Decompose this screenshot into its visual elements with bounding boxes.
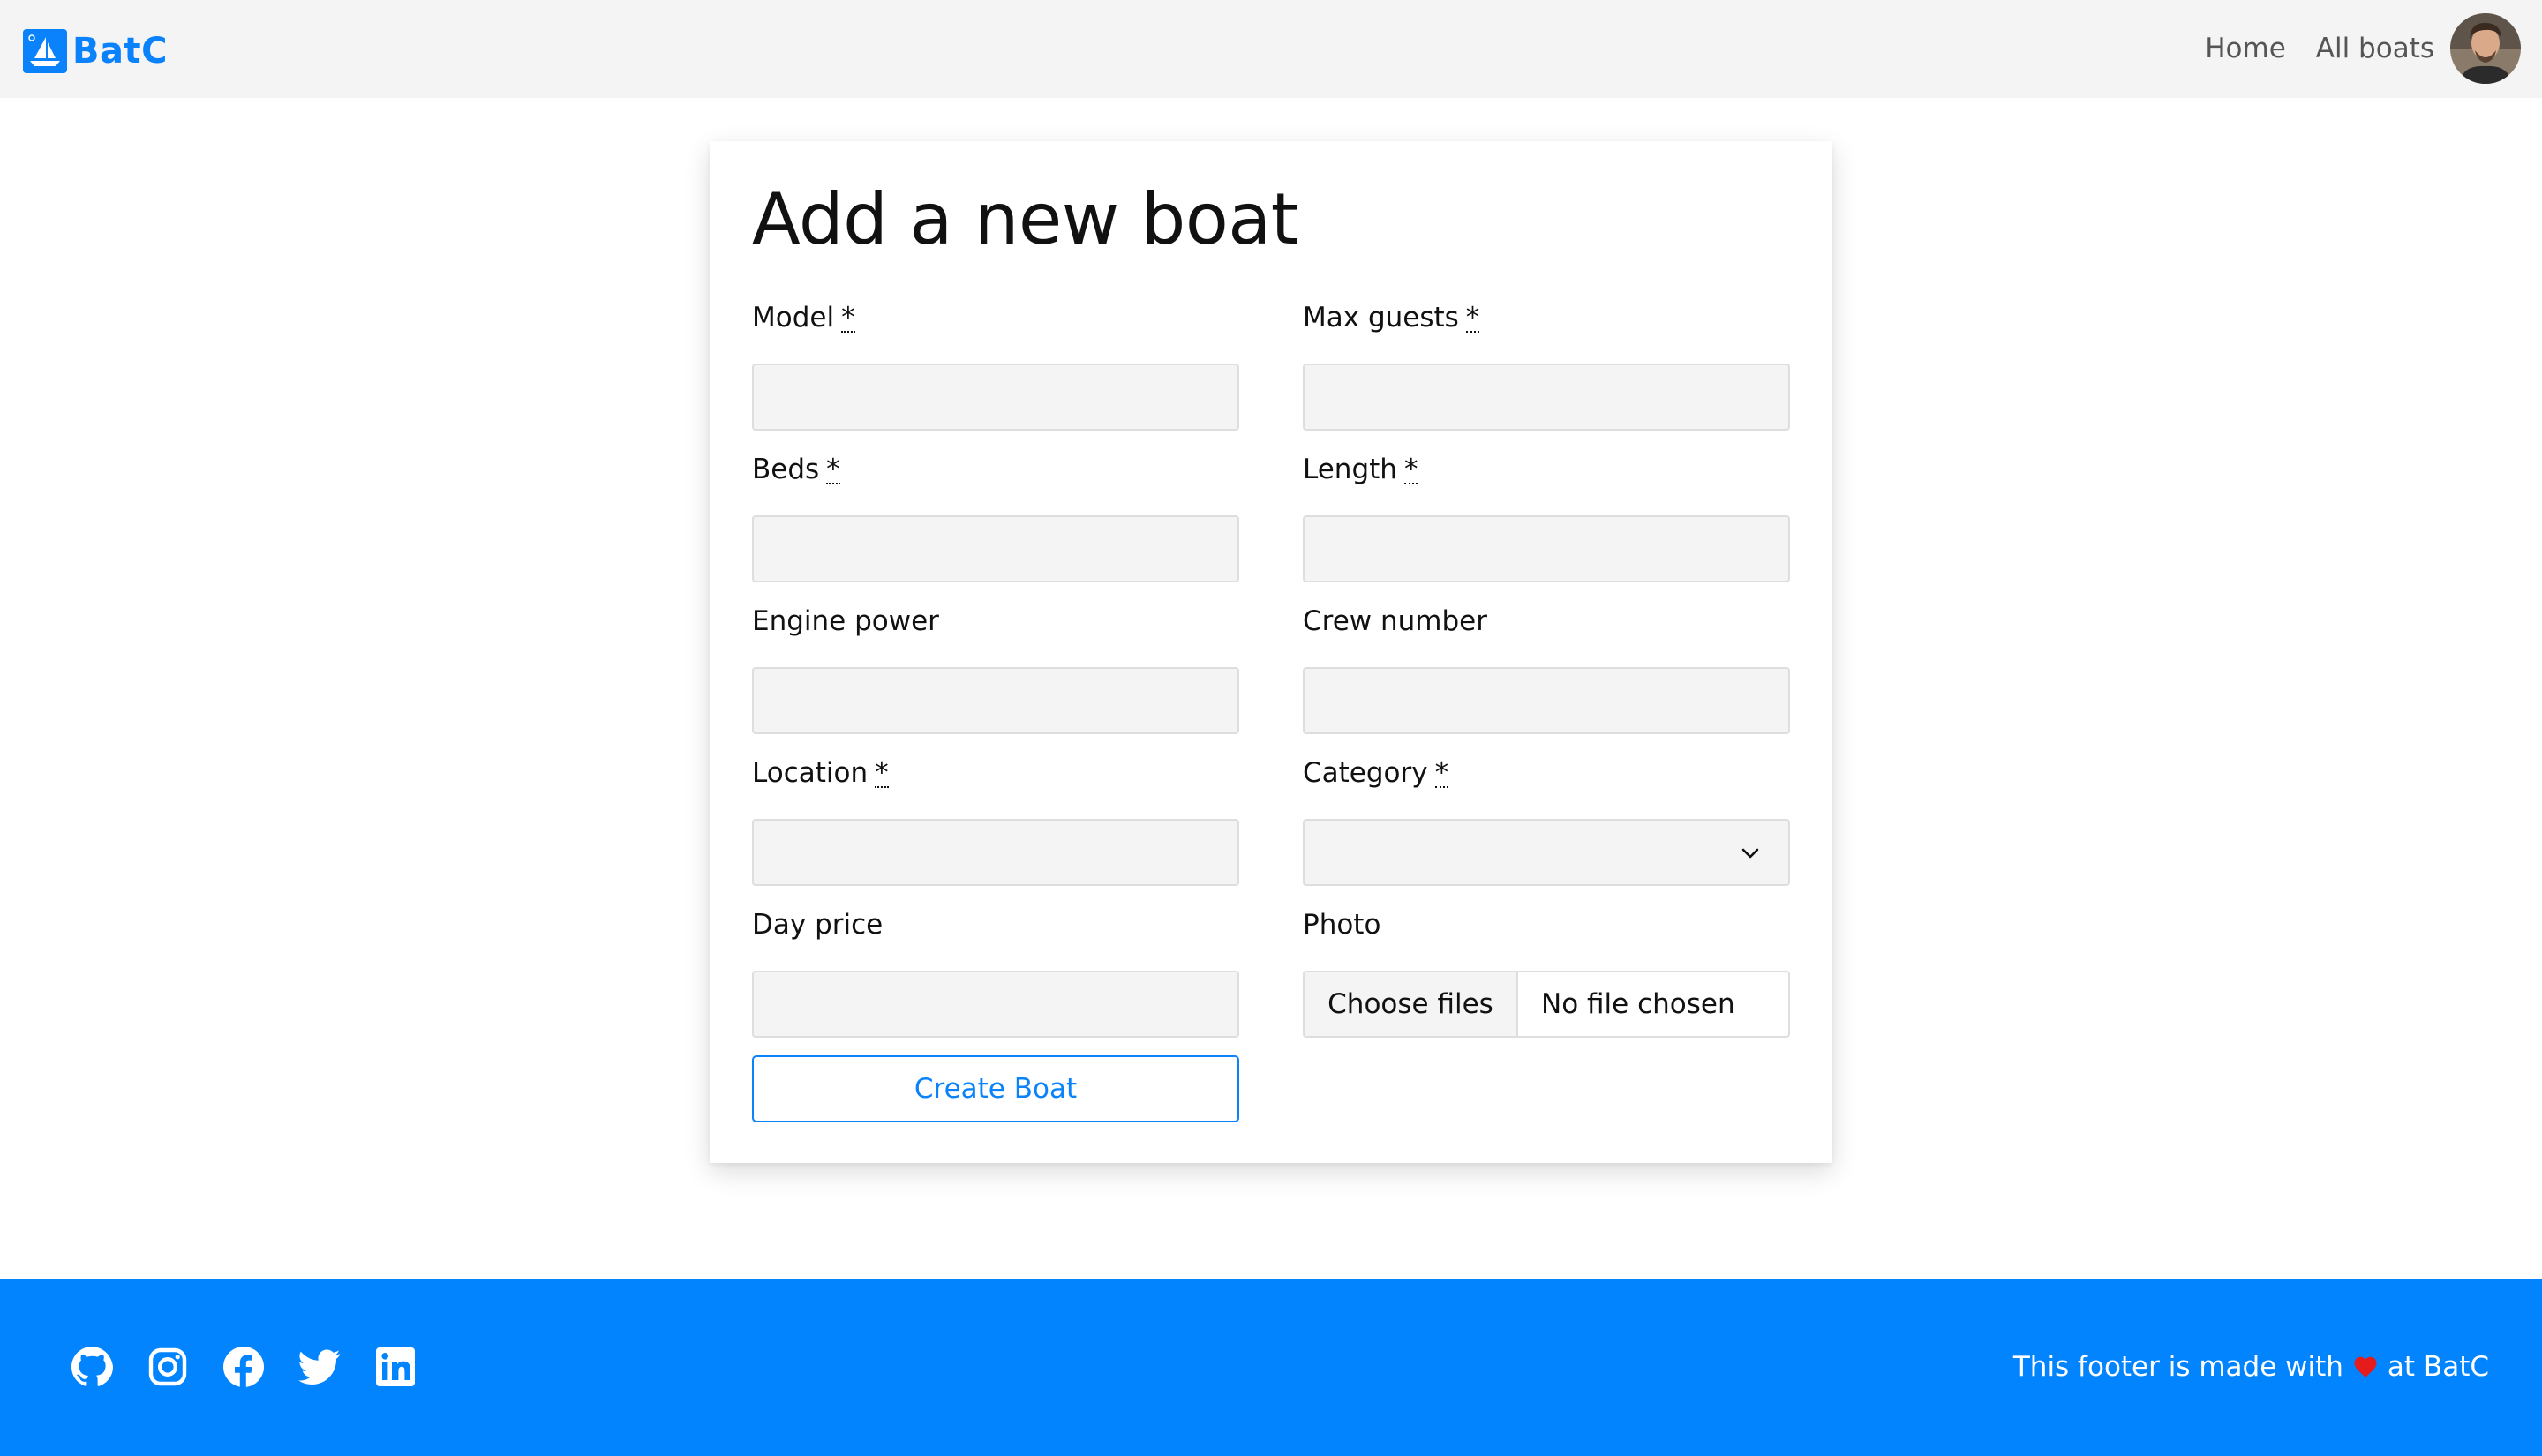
beds-label-text: Beds bbox=[752, 454, 820, 485]
choose-files-button[interactable]: Choose files bbox=[1305, 972, 1518, 1036]
add-boat-card: Add a new boat Model * Max guests * Beds * … bbox=[710, 141, 1832, 1163]
brand-name: BatC bbox=[72, 31, 168, 71]
day-price-input[interactable] bbox=[752, 971, 1239, 1038]
chevron-down-icon bbox=[1741, 848, 1759, 859]
beds-label: Beds * bbox=[752, 452, 1239, 487]
field-day-price: Day price bbox=[752, 907, 1239, 1038]
category-select[interactable] bbox=[1303, 819, 1790, 886]
required-marker: * bbox=[841, 302, 855, 334]
crew-number-input[interactable] bbox=[1303, 667, 1790, 734]
footer: This footer is made with at BatC bbox=[0, 1279, 2542, 1456]
field-category: Category * bbox=[1303, 755, 1790, 886]
required-marker: * bbox=[1465, 302, 1480, 334]
footer-text-after: at BatC bbox=[2387, 1351, 2489, 1383]
photo-label-text: Photo bbox=[1303, 909, 1381, 941]
social-links bbox=[71, 1346, 417, 1388]
location-input[interactable] bbox=[752, 819, 1239, 886]
max-guests-input[interactable] bbox=[1303, 364, 1790, 431]
required-marker: * bbox=[826, 454, 840, 485]
length-label-text: Length bbox=[1303, 454, 1397, 485]
page-title: Add a new boat bbox=[752, 178, 1298, 260]
create-boat-button[interactable]: Create Boat bbox=[752, 1055, 1239, 1122]
field-model: Model * bbox=[752, 300, 1239, 431]
footer-text-before: This footer is made with bbox=[2012, 1351, 2343, 1383]
max-guests-label-text: Max guests bbox=[1303, 302, 1459, 334]
brand-link[interactable]: BatC bbox=[23, 28, 168, 74]
required-marker: * bbox=[1403, 454, 1418, 485]
field-length: Length * bbox=[1303, 452, 1790, 582]
beds-input[interactable] bbox=[752, 515, 1239, 582]
required-marker: * bbox=[1434, 757, 1449, 789]
model-input[interactable] bbox=[752, 364, 1239, 431]
category-label-text: Category bbox=[1303, 757, 1428, 789]
github-icon[interactable] bbox=[71, 1346, 113, 1388]
instagram-icon[interactable] bbox=[147, 1346, 189, 1388]
file-status-text: No file chosen bbox=[1541, 988, 1735, 1020]
nav-links: Home All boats bbox=[2205, 12, 2521, 85]
field-photo: Photo Choose files No file chosen bbox=[1303, 907, 1790, 1038]
category-label: Category * bbox=[1303, 755, 1790, 791]
model-label: Model * bbox=[752, 300, 1239, 335]
boat-logo-icon bbox=[23, 29, 67, 73]
heart-icon bbox=[2354, 1356, 2377, 1377]
avatar[interactable] bbox=[2450, 13, 2521, 84]
model-label-text: Model bbox=[752, 302, 835, 334]
footer-credit: This footer is made with at BatC bbox=[2013, 1349, 2489, 1385]
field-crew-number: Crew number bbox=[1303, 604, 1790, 734]
location-label-text: Location bbox=[752, 757, 869, 789]
photo-file-input[interactable]: Choose files No file chosen bbox=[1303, 971, 1790, 1038]
nav-link-home[interactable]: Home bbox=[2205, 33, 2286, 64]
field-max-guests: Max guests * bbox=[1303, 300, 1790, 431]
field-location: Location * bbox=[752, 755, 1239, 886]
facebook-icon[interactable] bbox=[222, 1346, 265, 1388]
required-marker: * bbox=[875, 757, 889, 789]
crew-number-label: Crew number bbox=[1303, 604, 1790, 639]
max-guests-label: Max guests * bbox=[1303, 300, 1790, 335]
day-price-label-text: Day price bbox=[752, 909, 884, 941]
day-price-label: Day price bbox=[752, 907, 1239, 942]
engine-power-input[interactable] bbox=[752, 667, 1239, 734]
twitter-icon[interactable] bbox=[298, 1346, 341, 1388]
nav-link-all-boats[interactable]: All boats bbox=[2316, 33, 2434, 64]
engine-power-label: Engine power bbox=[752, 604, 1239, 639]
field-engine-power: Engine power bbox=[752, 604, 1239, 734]
engine-power-label-text: Engine power bbox=[752, 605, 939, 637]
crew-number-label-text: Crew number bbox=[1303, 605, 1487, 637]
length-label: Length * bbox=[1303, 452, 1790, 487]
linkedin-icon[interactable] bbox=[374, 1346, 417, 1388]
field-beds: Beds * bbox=[752, 452, 1239, 582]
location-label: Location * bbox=[752, 755, 1239, 791]
photo-label: Photo bbox=[1303, 907, 1790, 942]
length-input[interactable] bbox=[1303, 515, 1790, 582]
navbar: BatC Home All boats bbox=[0, 0, 2542, 98]
